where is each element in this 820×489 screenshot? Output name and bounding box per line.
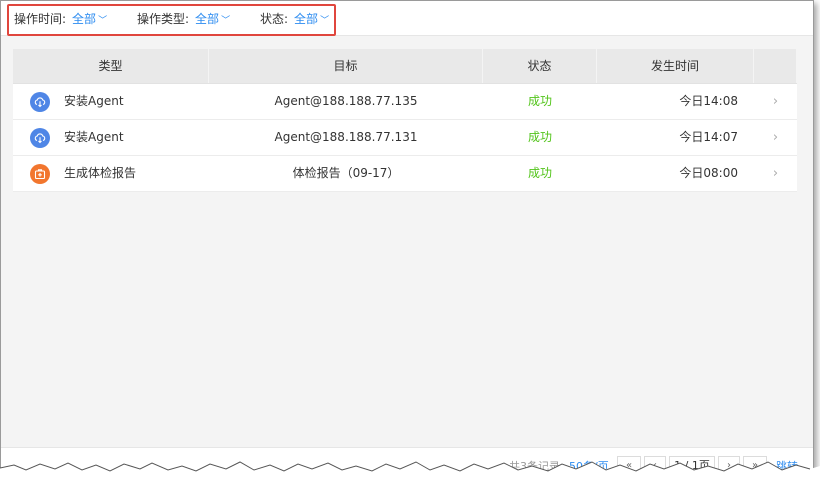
filter-time[interactable]: 操作时间: 全部 ﹀ [14, 12, 107, 28]
column-header-time: 发生时间 [597, 49, 754, 83]
cell-type: 安装Agent [13, 84, 209, 119]
cell-time: 今日14:07 [679, 130, 738, 144]
chevron-right-icon[interactable]: › [754, 120, 797, 155]
filter-status-label: 状态: [260, 12, 289, 26]
cell-target: Agent@188.188.77.135 [274, 94, 418, 108]
filter-time-label: 操作时间: [14, 12, 67, 26]
table-row[interactable]: 安装Agent Agent@188.188.77.131 成功 今日14:07 … [13, 120, 797, 156]
torn-edge-decoration [0, 461, 820, 489]
chevron-down-icon[interactable]: ﹀ [98, 16, 107, 26]
table-row[interactable]: 生成体检报告 体检报告（09-17） 成功 今日08:00 › [13, 156, 797, 192]
cell-type: 安装Agent [13, 120, 209, 155]
cell-status: 成功 [527, 130, 552, 144]
cell-time: 今日14:08 [679, 94, 738, 108]
column-header-action [754, 49, 797, 83]
filter-type-label: 操作类型: [137, 12, 190, 26]
cloud-install-icon [30, 91, 50, 112]
cell-status: 成功 [527, 166, 552, 180]
cell-type-label: 安装Agent [64, 130, 124, 144]
filter-time-dropdown[interactable]: 全部 [72, 12, 96, 26]
log-panel: 操作时间: 全部 ﹀ 操作类型: 全部 ﹀ 状态: 全部 ﹀ 类型 目标 状态 发生时间 安… [0, 0, 814, 481]
chevron-right-icon[interactable]: › [754, 84, 797, 119]
column-header-type: 类型 [13, 49, 209, 83]
table-header: 类型 目标 状态 发生时间 [13, 49, 797, 84]
operation-log-table: 类型 目标 状态 发生时间 安装Agent Agent@188.188.77.1… [13, 49, 797, 192]
filter-bar: 操作时间: 全部 ﹀ 操作类型: 全部 ﹀ 状态: 全部 ﹀ [1, 1, 813, 36]
cell-type: 生成体检报告 [13, 156, 209, 191]
cell-time: 今日08:00 [679, 166, 738, 180]
table-row[interactable]: 安装Agent Agent@188.188.77.135 成功 今日14:08 … [13, 84, 797, 120]
column-header-status: 状态 [483, 49, 597, 83]
chevron-right-icon[interactable]: › [754, 156, 797, 191]
cell-type-label: 生成体检报告 [64, 166, 137, 180]
filter-type-dropdown[interactable]: 全部 [195, 12, 219, 26]
chevron-down-icon[interactable]: ﹀ [221, 16, 230, 26]
filter-type[interactable]: 操作类型: 全部 ﹀ [137, 12, 230, 28]
medical-report-icon [30, 163, 50, 184]
cloud-install-icon [30, 127, 50, 148]
cell-status: 成功 [527, 94, 552, 108]
cell-target: Agent@188.188.77.131 [274, 130, 418, 144]
column-header-target: 目标 [209, 49, 483, 83]
chevron-down-icon[interactable]: ﹀ [320, 16, 329, 26]
cell-target: 体检报告（09-17） [292, 166, 400, 180]
cell-type-label: 安装Agent [64, 94, 124, 108]
filter-status[interactable]: 状态: 全部 ﹀ [260, 12, 329, 28]
filter-status-dropdown[interactable]: 全部 [294, 12, 318, 26]
